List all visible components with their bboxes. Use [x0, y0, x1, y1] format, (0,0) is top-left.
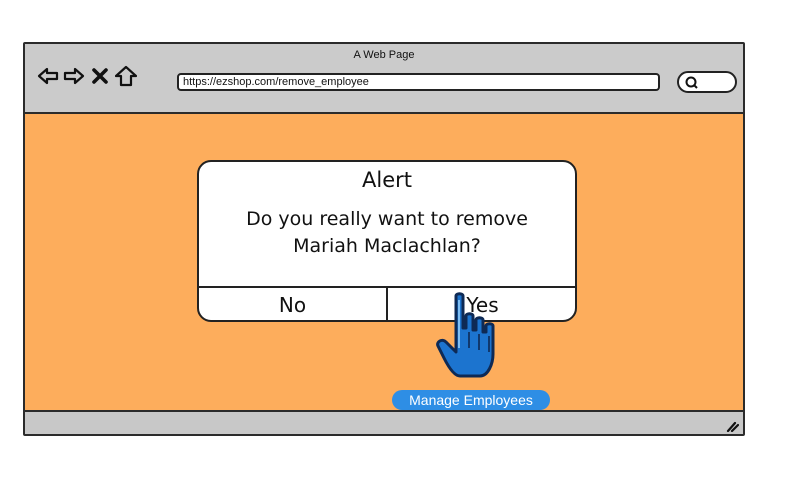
close-x-icon[interactable]: [89, 65, 111, 87]
nav-controls: [37, 64, 138, 88]
browser-titlebar: A Web Page https://ezshop.com/remove_emp…: [25, 44, 743, 114]
search-icon: [685, 76, 698, 89]
address-bar[interactable]: https://ezshop.com/remove_employee: [177, 73, 660, 91]
alert-message-line-1: Do you really want to remove: [246, 208, 528, 230]
page-content: Alert Do you really want to remove Maria…: [25, 114, 743, 412]
alert-title: Alert: [362, 168, 412, 192]
window-title: A Web Page: [353, 49, 415, 61]
alert-message-line-2: Mariah Maclachlan?: [293, 235, 481, 257]
resize-grip-icon[interactable]: [723, 416, 739, 432]
manage-employees-button[interactable]: Manage Employees: [392, 390, 550, 410]
alert-message: Do you really want to remove Mariah Macl…: [199, 206, 575, 260]
hand-pointer-cursor-icon: [436, 292, 495, 378]
home-icon[interactable]: [114, 65, 138, 87]
search-field[interactable]: [677, 71, 737, 93]
browser-window: A Web Page https://ezshop.com/remove_emp…: [23, 42, 745, 436]
no-button[interactable]: No: [199, 288, 388, 320]
status-bar: [25, 410, 743, 434]
forward-arrow-icon[interactable]: [63, 65, 85, 87]
alert-dialog: Alert Do you really want to remove Maria…: [197, 160, 577, 322]
back-arrow-icon[interactable]: [37, 65, 59, 87]
alert-button-row: No Yes: [199, 286, 575, 320]
